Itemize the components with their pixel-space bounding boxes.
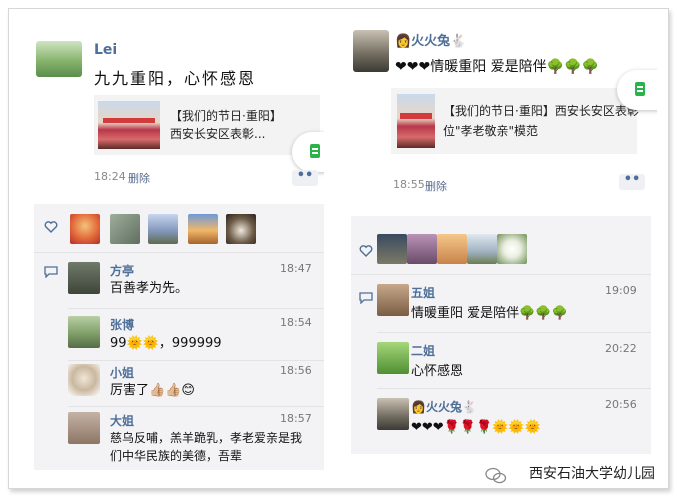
moment-post-left: Lei 九九重阳，心怀感恩 【我们的节日·重阳】 西安长安区表彰... 18:2… <box>26 18 324 470</box>
like-avatar[interactable] <box>497 234 527 264</box>
more-actions-button[interactable]: •• <box>619 173 645 190</box>
comment-text: 情暖重阳 爱是陪伴🌳🌳🌳 <box>411 306 568 321</box>
author-avatar[interactable] <box>353 30 389 72</box>
like-avatar[interactable] <box>188 214 218 244</box>
comment-text-line-2: 们中华民族的美德，吾辈 <box>110 449 243 463</box>
delete-link[interactable]: 删除 <box>128 170 150 186</box>
divider <box>68 360 324 361</box>
comment-avatar[interactable] <box>377 342 409 374</box>
comment-author[interactable]: 👩火火兔🐇 <box>411 398 477 415</box>
author-avatar[interactable] <box>36 41 82 77</box>
divider <box>68 406 324 407</box>
comment-author[interactable]: 五姐 <box>411 284 435 301</box>
more-actions-button[interactable]: •• <box>292 169 318 186</box>
shared-link-card[interactable]: 【我们的节日·重阳】 西安长安区表彰... <box>94 95 320 155</box>
like-avatar[interactable] <box>377 234 407 264</box>
comment-avatar[interactable] <box>377 284 409 316</box>
comment-text-line-1: 慈乌反哺，羔羊跪乳，孝老爱亲是我 <box>110 431 303 445</box>
comment-time: 18:56 <box>280 364 312 377</box>
post-text: 九九重阳，心怀感恩 <box>94 69 257 88</box>
wechat-logo-icon <box>485 467 507 484</box>
link-title-line-2: 西安长安区表彰... <box>170 127 266 141</box>
comment-author[interactable]: 方亭 <box>110 262 134 279</box>
post-text: ❤❤❤情暖重阳 爱是陪伴🌳🌳🌳 <box>395 59 599 75</box>
divider <box>34 252 324 253</box>
comment-author[interactable]: 张博 <box>110 316 134 333</box>
comment-avatar[interactable] <box>68 412 100 444</box>
like-avatar[interactable] <box>70 214 100 244</box>
link-title-line-1: 【我们的节日·重阳】西安长安区表彰 <box>443 104 639 118</box>
comment-author[interactable]: 二姐 <box>411 342 435 359</box>
divider <box>68 308 324 309</box>
like-avatar[interactable] <box>467 234 497 264</box>
comment-text: ❤❤❤🌹🌹🌹🌞🌞🌞 <box>411 420 541 435</box>
author-name[interactable]: 👩火火兔🐇 <box>395 30 466 49</box>
comment-avatar[interactable] <box>68 316 100 348</box>
comment-avatar[interactable] <box>68 262 100 294</box>
comment-author[interactable]: 小姐 <box>110 364 134 381</box>
comment-avatar[interactable] <box>377 398 409 430</box>
shared-link-card[interactable]: 【我们的节日·重阳】西安长安区表彰 位"孝老敬亲"模范 <box>391 88 639 154</box>
heart-icon <box>359 245 373 257</box>
comment-text: 心怀感恩 <box>411 364 464 379</box>
link-title-line-2: 位"孝老敬亲"模范 <box>443 124 539 138</box>
like-avatar[interactable] <box>437 234 467 264</box>
interaction-panel: 五姐 19:09 情暖重阳 爱是陪伴🌳🌳🌳 二姐 20:22 心怀感恩 👩火火兔… <box>351 216 651 454</box>
like-avatar[interactable] <box>110 214 140 244</box>
interaction-panel: 方亭 18:47 百善孝为先。 张博 18:54 99🌞🌞，999999 小姐 … <box>34 204 324 470</box>
comment-icon <box>359 292 373 304</box>
comment-time: 20:56 <box>605 398 637 411</box>
comment-icon <box>44 266 58 278</box>
comment-author[interactable]: 大姐 <box>110 412 134 429</box>
link-thumbnail <box>397 94 435 148</box>
divider <box>377 332 651 333</box>
comment-text: 百善孝为先。 <box>110 281 189 296</box>
divider <box>351 274 651 275</box>
comment-text: 99🌞🌞，999999 <box>110 336 222 351</box>
post-time: 18:55 <box>393 178 425 191</box>
comment-time: 20:22 <box>605 342 637 355</box>
comment-avatar[interactable] <box>68 364 100 396</box>
like-avatar[interactable] <box>148 214 178 244</box>
comment-time: 18:54 <box>280 316 312 329</box>
like-avatar[interactable] <box>226 214 256 244</box>
watermark: 西安石油大学幼儿园 <box>529 466 655 482</box>
delete-link[interactable]: 删除 <box>425 178 447 194</box>
divider <box>377 388 651 389</box>
like-avatar[interactable] <box>407 234 437 264</box>
comment-text: 厉害了👍🏼👍🏼😊 <box>110 383 195 398</box>
post-time: 18:24 <box>94 170 126 183</box>
comment-time: 18:47 <box>280 262 312 275</box>
comment-time: 18:57 <box>280 412 312 425</box>
favorite-float-button[interactable] <box>617 70 657 110</box>
comment-time: 19:09 <box>605 284 637 297</box>
author-name[interactable]: Lei <box>94 42 117 58</box>
link-thumbnail <box>98 101 160 149</box>
heart-icon <box>44 221 58 233</box>
favorite-float-button[interactable] <box>292 132 324 172</box>
favorite-icon <box>635 82 645 96</box>
favorite-icon <box>310 144 320 158</box>
link-title-line-1: 【我们的节日·重阳】 <box>170 109 282 123</box>
moment-post-right: 👩火火兔🐇 ❤❤❤情暖重阳 爱是陪伴🌳🌳🌳 【我们的节日·重阳】西安长安区表彰 … <box>345 18 657 454</box>
